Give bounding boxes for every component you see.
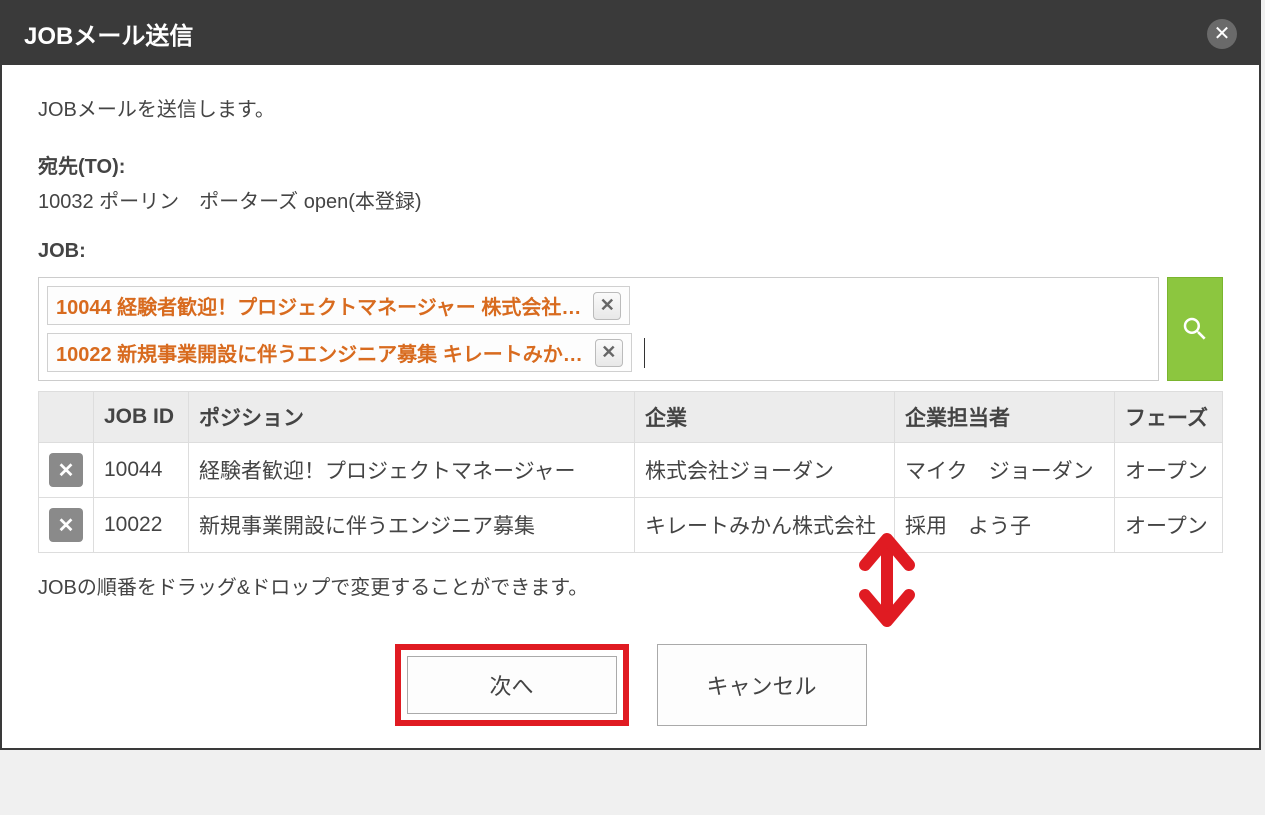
job-search-row: 10044 経験者歓迎！プロジェクトマネージャー 株式会社… ✕ 10022 新… xyxy=(38,277,1223,381)
drag-hint: JOBの順番をドラッグ&ドロップで変更することができます。 xyxy=(38,571,1223,600)
to-label: 宛先(TO): xyxy=(38,150,1223,179)
intro-text: JOBメールを送信します。 xyxy=(38,93,1223,122)
cell-phase: オープン xyxy=(1115,443,1223,498)
cell-job-id: 10044 xyxy=(94,443,189,498)
x-icon: ✕ xyxy=(58,458,75,483)
close-icon: ✕ xyxy=(1214,21,1231,46)
search-icon xyxy=(1180,314,1210,344)
cell-phase: オープン xyxy=(1115,498,1223,553)
tag-remove-button[interactable]: ✕ xyxy=(593,292,621,320)
x-icon: ✕ xyxy=(58,513,75,538)
cell-company: 株式会社ジョーダン xyxy=(635,443,895,498)
job-mail-modal: JOBメール送信 ✕ JOBメールを送信します。 宛先(TO): 10032 ポ… xyxy=(0,0,1261,750)
modal-header: JOBメール送信 ✕ xyxy=(2,2,1259,65)
job-tag-text: 10044 経験者歓迎！プロジェクトマネージャー 株式会社… xyxy=(56,291,581,320)
modal-title: JOBメール送信 xyxy=(24,16,193,51)
modal-footer: 次へ キャンセル xyxy=(2,620,1259,748)
close-button[interactable]: ✕ xyxy=(1207,19,1237,49)
cell-contact: マイク ジョーダン xyxy=(895,443,1115,498)
th-remove xyxy=(39,392,94,443)
th-company: 企業 xyxy=(635,392,895,443)
tag-remove-button[interactable]: ✕ xyxy=(595,339,623,367)
x-icon: ✕ xyxy=(600,295,615,316)
modal-body: JOBメールを送信します。 宛先(TO): 10032 ポーリン ポーターズ o… xyxy=(2,65,1259,620)
cell-contact: 採用 よう子 xyxy=(895,498,1115,553)
to-value: 10032 ポーリン ポーターズ open(本登録) xyxy=(38,185,1223,214)
x-icon: ✕ xyxy=(601,342,616,363)
job-label: JOB: xyxy=(38,240,1223,263)
th-phase: フェーズ xyxy=(1115,392,1223,443)
th-position: ポジション xyxy=(189,392,635,443)
job-tag: 10044 経験者歓迎！プロジェクトマネージャー 株式会社… ✕ xyxy=(47,286,630,325)
search-button[interactable] xyxy=(1167,277,1223,381)
job-tag: 10022 新規事業開設に伴うエンジニア募集 キレートみか… ✕ xyxy=(47,333,632,372)
row-remove-button[interactable]: ✕ xyxy=(49,453,83,487)
cancel-button[interactable]: キャンセル xyxy=(657,644,867,726)
job-tag-text: 10022 新規事業開設に伴うエンジニア募集 キレートみか… xyxy=(56,338,583,367)
row-remove-button[interactable]: ✕ xyxy=(49,508,83,542)
cell-company: キレートみかん株式会社 xyxy=(635,498,895,553)
job-table: JOB ID ポジション 企業 企業担当者 フェーズ ✕ 10044 経験者歓迎… xyxy=(38,391,1223,553)
cell-position: 経験者歓迎！プロジェクトマネージャー xyxy=(189,443,635,498)
text-cursor xyxy=(644,338,645,368)
th-contact: 企業担当者 xyxy=(895,392,1115,443)
next-button[interactable]: 次へ xyxy=(407,656,617,714)
cell-position: 新規事業開設に伴うエンジニア募集 xyxy=(189,498,635,553)
next-button-highlight: 次へ xyxy=(395,644,629,726)
table-row[interactable]: ✕ 10044 経験者歓迎！プロジェクトマネージャー 株式会社ジョーダン マイク… xyxy=(39,443,1223,498)
cell-job-id: 10022 xyxy=(94,498,189,553)
table-row[interactable]: ✕ 10022 新規事業開設に伴うエンジニア募集 キレートみかん株式会社 採用 … xyxy=(39,498,1223,553)
th-job-id: JOB ID xyxy=(94,392,189,443)
job-tags-input[interactable]: 10044 経験者歓迎！プロジェクトマネージャー 株式会社… ✕ 10022 新… xyxy=(38,277,1159,381)
